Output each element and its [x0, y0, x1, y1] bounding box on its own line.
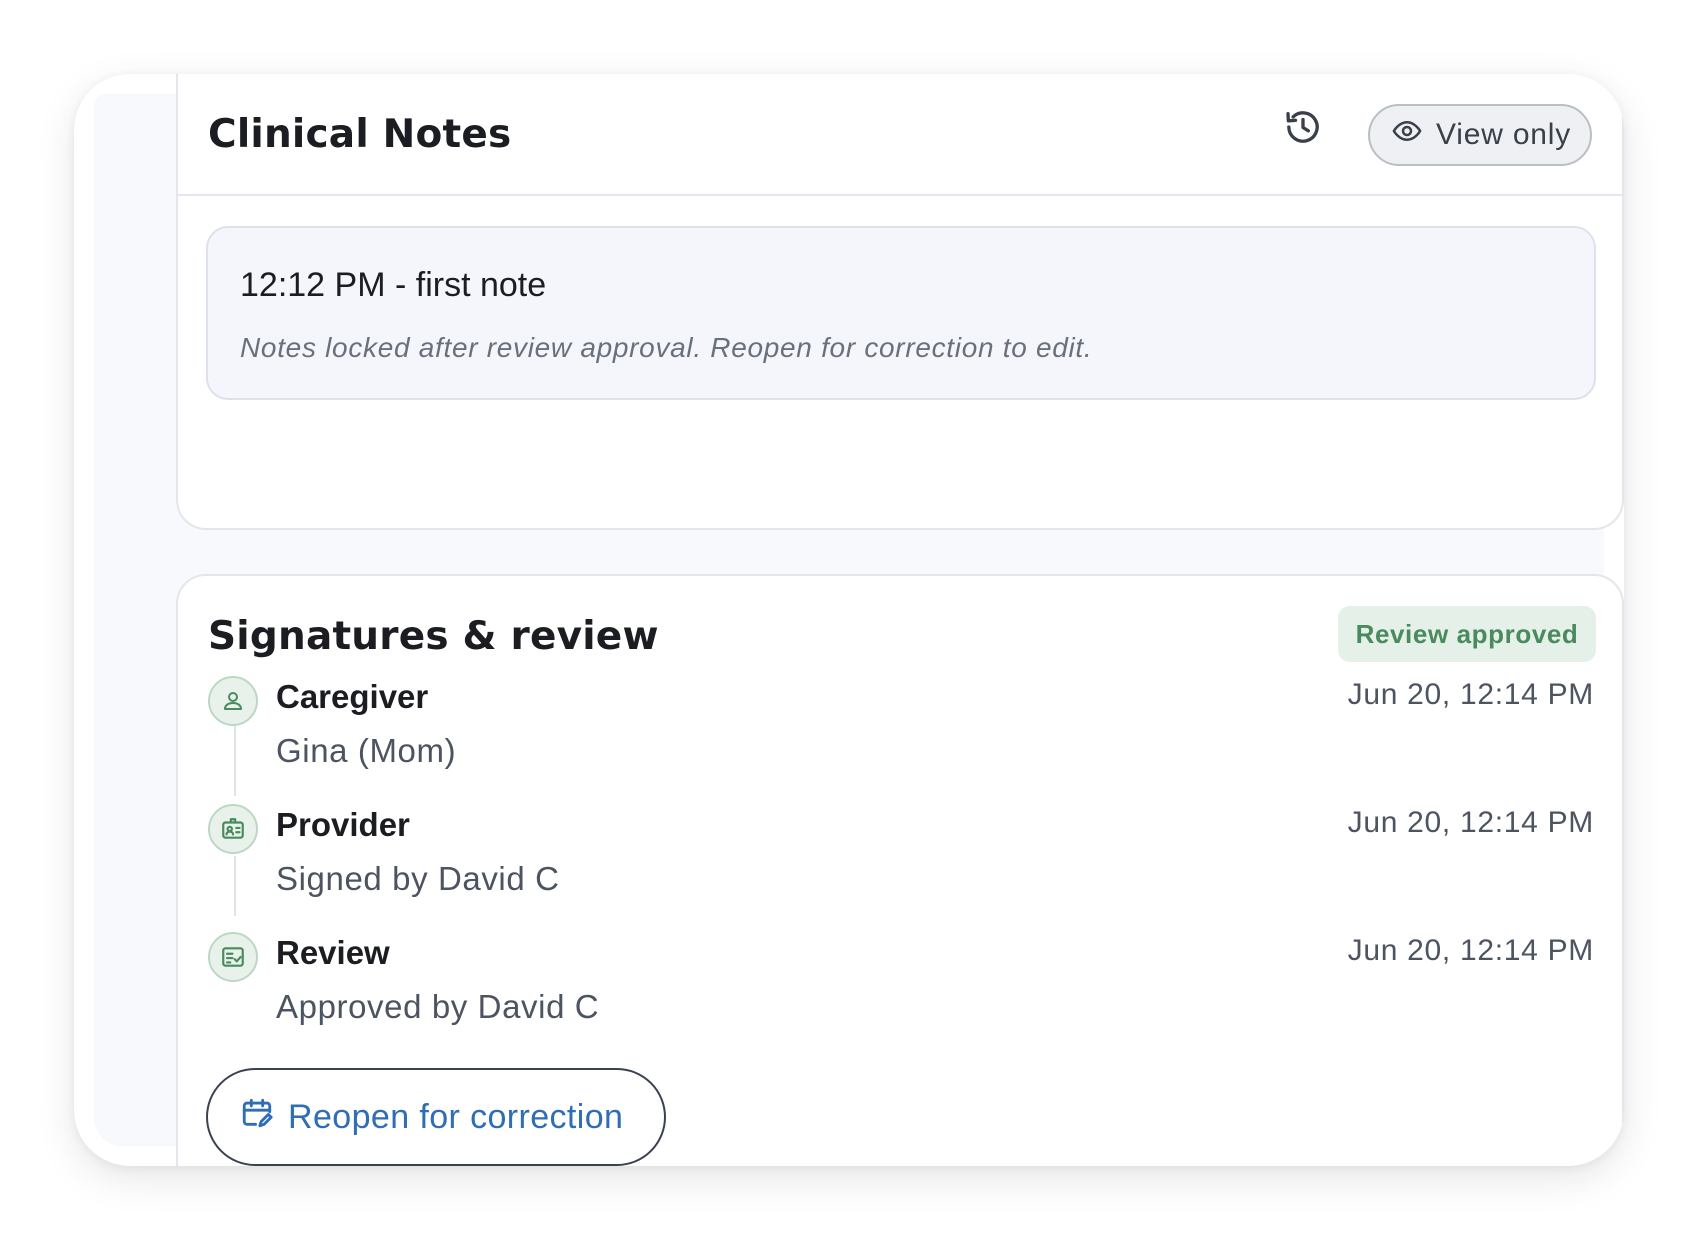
reopen-for-correction-button[interactable]: Reopen for correction	[206, 1068, 666, 1166]
history-button[interactable]	[1276, 102, 1330, 156]
clinical-notes-header: Clinical Notes View only	[178, 74, 1622, 196]
signatures-review-card: Signatures & review Review approved Care…	[176, 574, 1624, 1166]
checklist-icon	[208, 932, 258, 982]
step-subtitle-caregiver: Gina (Mom)	[276, 732, 457, 769]
review-status-badge: Review approved	[1338, 606, 1596, 662]
panel-surface: Clinical Notes View only 12:12 PM - firs…	[94, 74, 1624, 1166]
notes-locked-message: Notes locked after review approval. Reop…	[240, 332, 1093, 363]
person-icon	[208, 676, 258, 726]
view-only-label: View only	[1436, 118, 1572, 151]
step-title-provider: Provider	[276, 806, 410, 843]
step-title-review: Review	[276, 934, 390, 971]
note-text: 12:12 PM - first note	[240, 266, 547, 304]
calendar-edit-icon	[240, 1096, 274, 1139]
clinical-notes-title: Clinical Notes	[208, 112, 512, 157]
step-title-caregiver: Caregiver	[276, 678, 429, 715]
history-icon	[1283, 107, 1323, 152]
step-time-provider: Jun 20, 12:14 PM	[1347, 806, 1594, 839]
step-time-review: Jun 20, 12:14 PM	[1347, 934, 1594, 967]
timeline-connector	[234, 856, 236, 916]
eye-icon	[1392, 116, 1422, 154]
step-subtitle-provider: Signed by David C	[276, 860, 560, 897]
view-only-badge: View only	[1368, 104, 1592, 166]
panel-shell: Clinical Notes View only 12:12 PM - firs…	[74, 74, 1624, 1166]
id-badge-icon	[208, 804, 258, 854]
step-time-caregiver: Jun 20, 12:14 PM	[1347, 678, 1594, 711]
signatures-title: Signatures & review	[208, 614, 659, 659]
note-content-box: 12:12 PM - first note Notes locked after…	[206, 226, 1596, 400]
clinical-notes-card: Clinical Notes View only 12:12 PM - firs…	[176, 74, 1624, 530]
reopen-for-correction-label: Reopen for correction	[288, 1097, 624, 1136]
step-subtitle-review: Approved by David C	[276, 988, 600, 1025]
timeline-connector	[234, 726, 236, 796]
